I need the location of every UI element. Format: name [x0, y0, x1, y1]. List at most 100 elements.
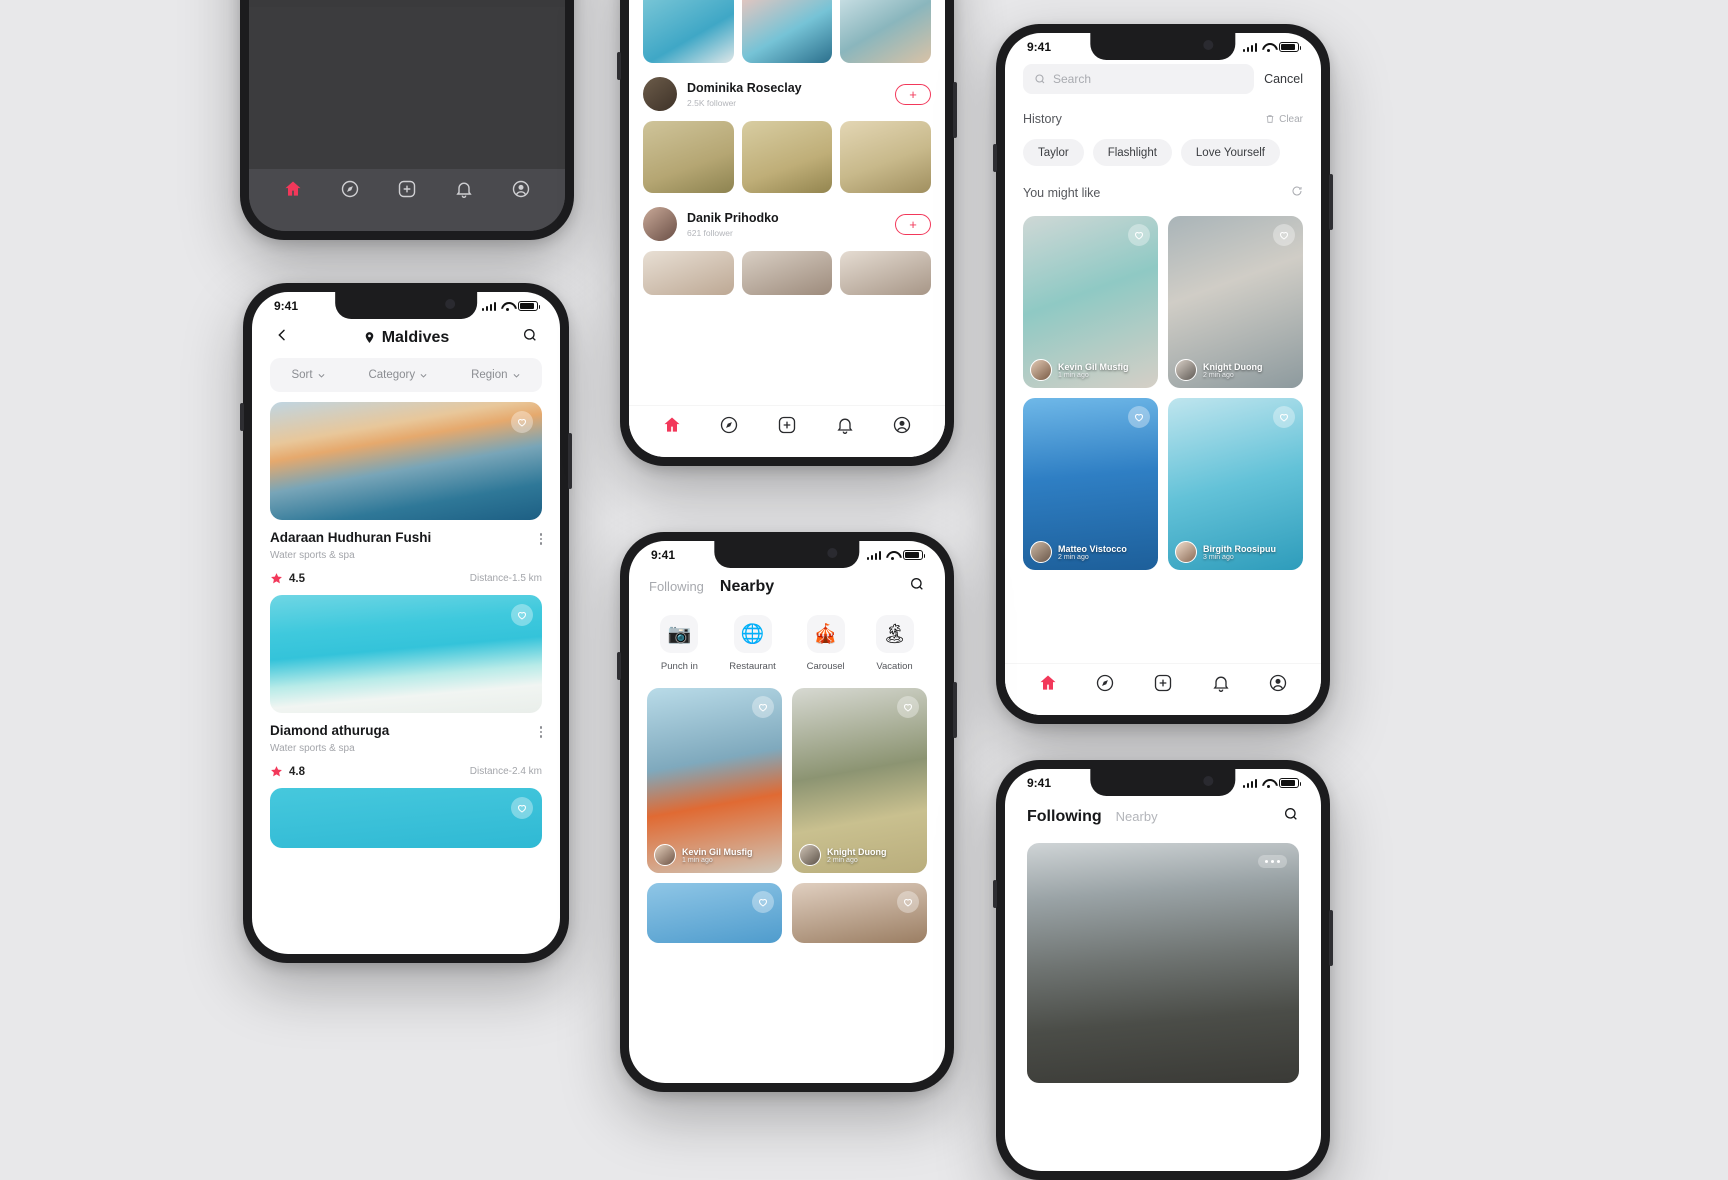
search-input[interactable]: Search	[1023, 64, 1255, 94]
filter-region[interactable]: Region	[471, 369, 520, 381]
favorite-icon[interactable]	[752, 891, 774, 913]
feed-photo[interactable]	[643, 121, 734, 193]
suggestion-card[interactable]: Knight Duong 2 min ago	[1168, 216, 1303, 388]
listing-photo[interactable]	[270, 788, 542, 848]
listing-card[interactable]: Diamond athuruga Water sports & spa 4.8 …	[270, 595, 542, 778]
follow-button[interactable]: +	[895, 213, 931, 235]
tab-home[interactable]	[662, 415, 682, 440]
listing-more-icon[interactable]	[539, 723, 542, 738]
back-button[interactable]	[274, 327, 290, 348]
history-chip[interactable]: Love Yourself	[1180, 139, 1280, 166]
listing-more-icon[interactable]	[539, 530, 542, 545]
tab-create[interactable]	[777, 415, 797, 440]
tab-following[interactable]: Following	[1027, 808, 1102, 826]
more-dots-icon[interactable]	[1258, 855, 1287, 868]
listing-photo[interactable]	[270, 595, 542, 713]
avatar[interactable]	[643, 207, 677, 241]
feed-photo-row	[643, 0, 931, 63]
tab-home[interactable]	[283, 179, 303, 204]
listing-distance: Distance-1.5 km	[469, 573, 542, 584]
tab-notifications[interactable]	[454, 179, 474, 204]
nearby-card[interactable]	[792, 883, 927, 943]
cellular-icon	[866, 550, 881, 560]
suggestion-card[interactable]: Kevin Gil Musfig 1 min ago	[1023, 216, 1158, 388]
search-button[interactable]	[522, 327, 538, 348]
search-button[interactable]	[909, 576, 925, 597]
feed-photo[interactable]	[840, 251, 931, 295]
search-button[interactable]	[1283, 806, 1299, 827]
favorite-icon[interactable]	[1273, 224, 1295, 246]
tab-explore[interactable]	[1095, 673, 1115, 698]
cancel-button[interactable]: Cancel	[1264, 72, 1303, 86]
history-chips: Taylor Flashlight Love Yourself	[1005, 126, 1321, 166]
tab-profile[interactable]	[1268, 673, 1288, 698]
refresh-button[interactable]	[1291, 184, 1303, 202]
favorite-icon[interactable]	[897, 891, 919, 913]
avatar	[799, 844, 821, 866]
category-punch-in[interactable]: 📷 Punch in	[660, 615, 699, 672]
category-vacation[interactable]: 🏝 Vacation	[875, 615, 914, 672]
favorite-icon[interactable]	[511, 411, 533, 433]
history-chip[interactable]: Taylor	[1023, 139, 1084, 166]
clear-history-button[interactable]: Clear	[1265, 114, 1303, 125]
category-label: Punch in	[660, 661, 698, 672]
suggestion-card[interactable]: Birgith Roosipuu 3 min ago	[1168, 398, 1303, 570]
suggestion-card[interactable]: Matteo Vistocco 2 min ago	[1023, 398, 1158, 570]
tab-explore[interactable]	[719, 415, 739, 440]
follow-button[interactable]: +	[895, 83, 931, 105]
filter-sort[interactable]: Sort	[291, 369, 325, 381]
tab-home[interactable]	[1038, 673, 1058, 698]
tab-following[interactable]: Following	[649, 579, 704, 594]
listing-card[interactable]	[270, 788, 542, 848]
category-restaurant[interactable]: 🌐 Restaurant	[729, 615, 776, 672]
filter-category[interactable]: Category	[368, 369, 428, 381]
search-placeholder: Search	[1053, 72, 1092, 86]
favorite-icon[interactable]	[1273, 406, 1295, 428]
tab-nearby[interactable]: Nearby	[1116, 809, 1158, 824]
tab-profile[interactable]	[511, 179, 531, 204]
feed-user-row[interactable]: Dominika Roseclay 2.5K follower +	[643, 77, 931, 111]
category-carousel[interactable]: 🎪 Carousel	[807, 615, 845, 672]
avatar	[654, 844, 676, 866]
listing-photo[interactable]	[270, 402, 542, 520]
card-credit: Knight Duong 2 min ago	[1175, 359, 1296, 381]
favorite-icon[interactable]	[511, 604, 533, 626]
feed-photo[interactable]	[643, 251, 734, 295]
tab-create[interactable]	[397, 179, 417, 204]
feed-photo[interactable]	[840, 0, 931, 63]
category-label: Vacation	[876, 661, 913, 672]
listing-card[interactable]: Adaraan Hudhuran Fushi Water sports & sp…	[270, 402, 542, 585]
feed-photo[interactable]	[741, 251, 833, 295]
tab-notifications[interactable]	[835, 415, 855, 440]
category-label: Restaurant	[729, 661, 776, 672]
favorite-icon[interactable]	[1128, 406, 1150, 428]
avatar	[1030, 541, 1052, 563]
feed-photo[interactable]	[840, 121, 931, 193]
screen-search: 9:41 Search Cancel History Clear Taylor …	[1005, 33, 1321, 715]
status-bar: 9:41	[252, 292, 560, 313]
feed-photo[interactable]	[741, 0, 833, 63]
favorite-icon[interactable]	[1128, 224, 1150, 246]
feed-photo[interactable]	[643, 0, 734, 63]
tab-create[interactable]	[1153, 673, 1173, 698]
favorite-icon[interactable]	[511, 797, 533, 819]
card-credit: Birgith Roosipuu 3 min ago	[1175, 541, 1296, 563]
filter-bar: Sort Category Region	[270, 358, 542, 392]
tab-notifications[interactable]	[1211, 673, 1231, 698]
nearby-card[interactable]: Kevin Gil Musfig 1 min ago	[647, 688, 782, 873]
nearby-card[interactable]: Knight Duong 2 min ago	[792, 688, 927, 873]
history-chip[interactable]: Flashlight	[1092, 139, 1172, 166]
tab-explore[interactable]	[340, 179, 360, 204]
nearby-card[interactable]	[647, 883, 782, 943]
avatar[interactable]	[643, 77, 677, 111]
feed-photo[interactable]	[1027, 843, 1299, 1083]
tab-nearby[interactable]: Nearby	[720, 578, 774, 596]
favorite-icon[interactable]	[897, 696, 919, 718]
favorite-icon[interactable]	[752, 696, 774, 718]
feed-photo[interactable]	[741, 121, 833, 193]
card-credit: Matteo Vistocco 2 min ago	[1030, 541, 1151, 563]
tab-profile[interactable]	[892, 415, 912, 440]
feed-user-row[interactable]: Danik Prihodko 621 follower +	[643, 207, 931, 241]
wifi-icon	[886, 551, 898, 560]
card-timestamp: 2 min ago	[1058, 553, 1089, 561]
